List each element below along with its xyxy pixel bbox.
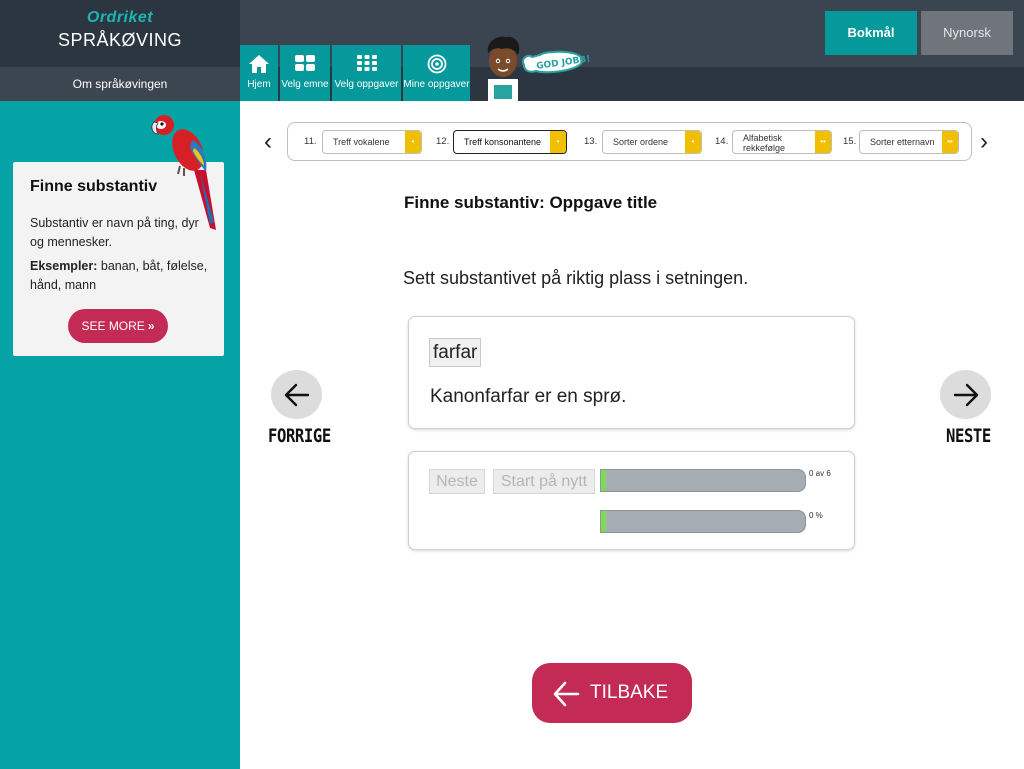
task-box: Treff konsonantene • <box>453 130 567 154</box>
task-box: Treff vokalene • <box>322 130 422 154</box>
app-title: SPRÅKØVING <box>57 30 183 50</box>
brand-header[interactable]: Ordriket SPRÅKØVING <box>0 0 240 67</box>
grid-9-icon <box>332 54 401 76</box>
previous-label[interactable]: FORRIGE <box>268 425 331 447</box>
nav-tab-my-tasks[interactable]: Mine oppgaver <box>403 45 470 101</box>
nav-tab-choose-tasks[interactable]: Velg oppgaver <box>332 45 401 101</box>
back-button[interactable]: TILBAKE <box>532 663 692 723</box>
task-strip: 11. Treff vokalene • 12. Treff konsonant… <box>287 122 972 161</box>
nav-tab-label: Velg emne <box>281 79 329 90</box>
mascot-illustration: GOD JOBB! <box>487 36 590 103</box>
nav-tab-label: Velg oppgaver <box>334 79 399 90</box>
app-root: Ordriket SPRÅKØVING Om språkøvingen Finn… <box>0 0 1024 769</box>
difficulty-tag: • <box>685 131 701 153</box>
next-button[interactable] <box>940 370 991 419</box>
about-link[interactable]: Om språkøvingen <box>0 67 240 101</box>
parrot-illustration <box>151 115 216 230</box>
nav-tab-choose-topic[interactable]: Velg emne <box>280 45 330 101</box>
draggable-word-chip[interactable]: farfar <box>429 338 482 367</box>
task-label: Treff konsonantene <box>464 137 542 147</box>
nav-tab-home[interactable]: Hjem <box>240 45 278 101</box>
task-label-line-2: rekkefølge <box>743 143 786 153</box>
language-bokmal-button[interactable]: Bokmål <box>825 11 917 55</box>
score-bar-fill <box>601 511 607 532</box>
previous-button[interactable] <box>271 370 322 419</box>
examples-label: Eksempler: <box>30 259 98 273</box>
double-chevron-right-icon: » <box>147 319 155 333</box>
nav-tab-label: Hjem <box>247 79 271 90</box>
target-icon <box>403 54 470 76</box>
difficulty-tag: • <box>550 131 566 153</box>
task-strip-next-arrow[interactable]: › <box>980 128 988 156</box>
nav-tab-label: Mine oppgaver <box>403 79 470 90</box>
restart-button[interactable]: Start på nytt <box>493 469 595 494</box>
next-label[interactable]: NESTE <box>946 425 991 447</box>
task-title: Finne substantiv: Oppgave title <box>404 193 658 212</box>
task-strip-prev-arrow[interactable]: ‹ <box>264 128 272 156</box>
grid-4-icon <box>280 54 330 76</box>
see-more-button[interactable]: SEE MORE» <box>68 309 168 343</box>
difficulty-tag: •• <box>942 131 958 153</box>
ordriket-logo[interactable]: Ordriket <box>0 0 240 27</box>
task-box: Sorter ordene • <box>602 130 702 154</box>
task-number: 11. <box>304 136 317 147</box>
home-icon <box>240 54 278 76</box>
task-number: 14. <box>715 136 729 147</box>
difficulty-tag: • <box>405 131 421 153</box>
see-more-label: SEE MORE <box>81 319 145 333</box>
arrow-left-icon <box>553 681 580 707</box>
target-sentence[interactable]: Kanonfarfar er en sprø. <box>430 386 626 408</box>
task-label: Treff vokalene <box>333 137 390 147</box>
arrow-left-icon <box>284 383 310 407</box>
language-nynorsk-button[interactable]: Nynorsk <box>921 11 1013 55</box>
task-label: Sorter ordene <box>613 137 669 147</box>
back-button-label: TILBAKE <box>590 682 669 703</box>
next-task-button[interactable]: Neste <box>429 469 485 494</box>
score-bar <box>600 510 806 533</box>
task-instruction: Sett substantivet på riktig plass i setn… <box>403 268 749 288</box>
difficulty-tag: •• <box>815 131 831 153</box>
progress-bar <box>600 469 806 492</box>
task-number: 13. <box>584 136 598 147</box>
task-box: Sorter etternavn •• <box>859 130 959 154</box>
task-number: 15. <box>843 136 857 147</box>
info-card-examples: Eksempler: banan, båt, følelse, hånd, ma… <box>30 257 208 295</box>
progress-bar-fill <box>601 470 607 491</box>
task-label: Sorter etternavn <box>870 137 935 147</box>
task-number: 12. <box>436 136 450 147</box>
progress-label: 0 av 6 <box>809 469 831 478</box>
task-box: Alfabetisk rekkefølge •• <box>732 130 832 154</box>
controls-panel: Neste Start på nytt 0 av 6 0 % <box>408 451 855 550</box>
score-label: 0 % <box>809 511 823 520</box>
task-label-line-1: Alfabetisk <box>743 133 783 143</box>
arrow-right-icon <box>953 383 979 407</box>
exercise-panel: farfar Kanonfarfar er en sprø. <box>408 316 855 429</box>
